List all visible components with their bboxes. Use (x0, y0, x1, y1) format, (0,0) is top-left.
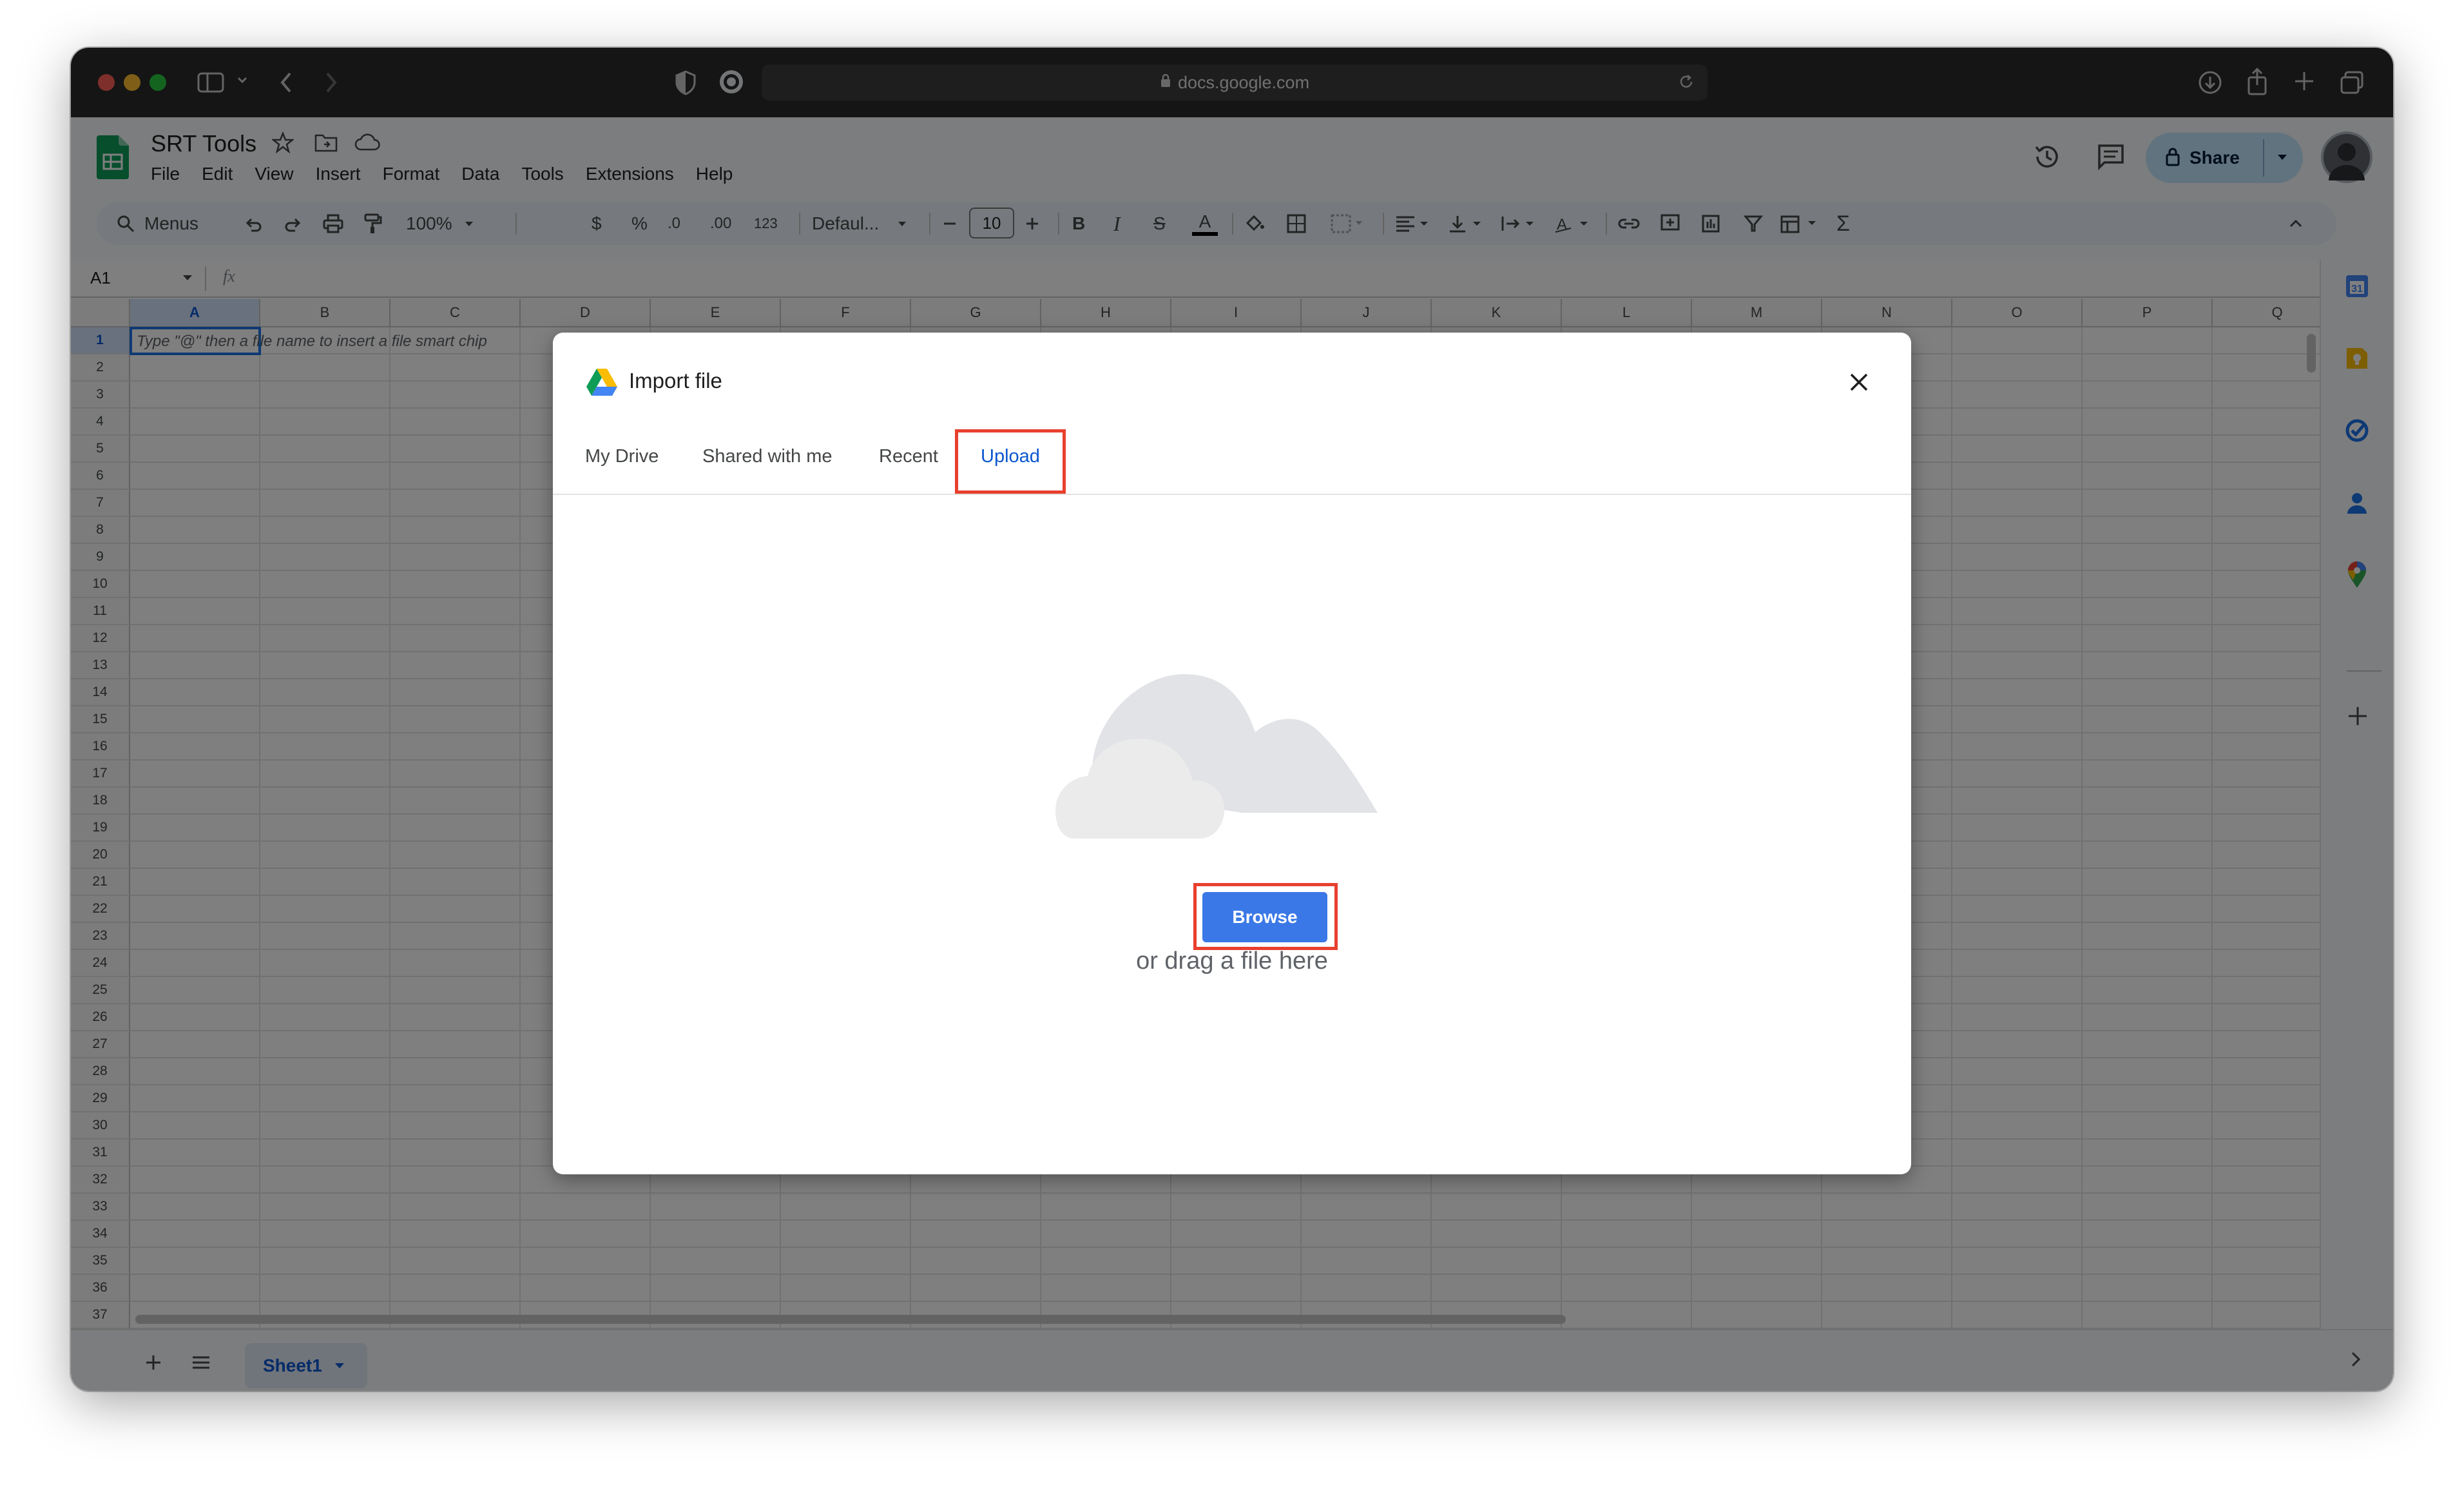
tab-divider (553, 494, 1911, 495)
browser-window: docs.google.com SRT Tools (71, 48, 2393, 1391)
close-icon[interactable] (1848, 371, 1870, 396)
dialog-title: Import file (629, 369, 722, 393)
google-drive-icon (586, 369, 617, 399)
tab-recent[interactable]: Recent (879, 446, 938, 467)
upload-cloud-illustration (1055, 661, 1391, 851)
tab-my-drive[interactable]: My Drive (585, 446, 659, 467)
upload-tab-highlight (955, 429, 1066, 494)
browse-button-highlight (1193, 883, 1338, 950)
tab-shared-with-me[interactable]: Shared with me (702, 446, 833, 467)
drag-hint: or drag a file here (1136, 947, 1328, 975)
import-file-dialog: Import file My Drive Shared with me Rece… (553, 333, 1911, 1174)
